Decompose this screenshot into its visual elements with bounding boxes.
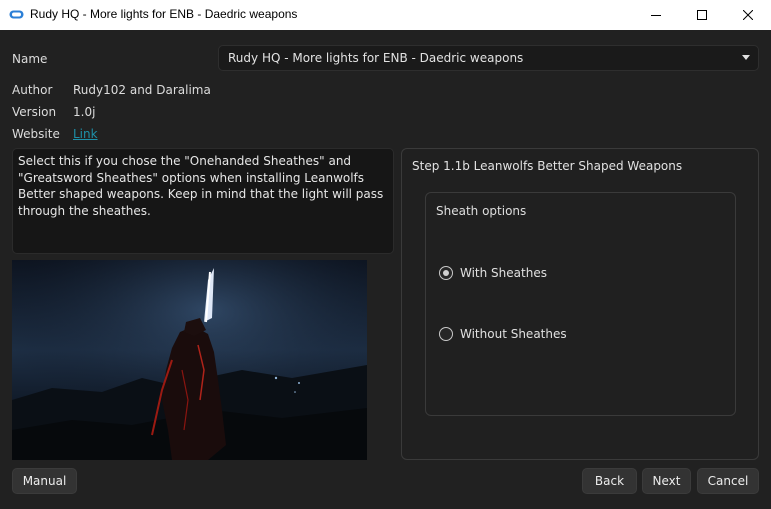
- close-button[interactable]: [725, 0, 771, 30]
- radio-button-unchecked[interactable]: [439, 327, 453, 341]
- preview-image: [12, 260, 367, 460]
- radio-button-checked[interactable]: [439, 266, 453, 280]
- manual-button[interactable]: Manual: [12, 468, 77, 494]
- description-text: Select this if you chose the "Onehanded …: [12, 148, 394, 254]
- step-panel: Step 1.1b Leanwolfs Better Shaped Weapon…: [401, 148, 759, 460]
- version-label: Version: [12, 105, 57, 119]
- back-button[interactable]: Back: [582, 468, 637, 494]
- next-button[interactable]: Next: [642, 468, 691, 494]
- option-without-sheathes[interactable]: Without Sheathes: [439, 327, 567, 341]
- group-title: Sheath options: [436, 204, 527, 218]
- name-dropdown-value: Rudy HQ - More lights for ENB - Daedric …: [228, 51, 524, 65]
- website-label: Website: [12, 127, 60, 141]
- option-label: Without Sheathes: [460, 327, 567, 341]
- maximize-icon: [697, 10, 707, 20]
- author-value: Rudy102 and Daralima: [73, 83, 211, 97]
- minimize-icon: [651, 15, 661, 16]
- step-title: Step 1.1b Leanwolfs Better Shaped Weapon…: [412, 159, 683, 173]
- close-icon: [743, 10, 753, 20]
- author-label: Author: [12, 83, 53, 97]
- option-with-sheathes[interactable]: With Sheathes: [439, 266, 547, 280]
- version-value: 1.0j: [73, 105, 96, 119]
- maximize-button[interactable]: [679, 0, 725, 30]
- app-cloud-icon: [9, 10, 24, 19]
- sheath-options-group: Sheath options With Sheathes Without She…: [425, 192, 736, 416]
- website-link[interactable]: Link: [73, 127, 98, 141]
- cancel-button[interactable]: Cancel: [697, 468, 759, 494]
- window-title: Rudy HQ - More lights for ENB - Daedric …: [30, 7, 298, 21]
- option-label: With Sheathes: [460, 266, 547, 280]
- minimize-button[interactable]: [633, 0, 679, 30]
- window-titlebar: Rudy HQ - More lights for ENB - Daedric …: [0, 0, 771, 30]
- name-label: Name: [12, 52, 48, 66]
- chevron-down-icon: [742, 55, 750, 60]
- name-dropdown[interactable]: Rudy HQ - More lights for ENB - Daedric …: [218, 45, 759, 71]
